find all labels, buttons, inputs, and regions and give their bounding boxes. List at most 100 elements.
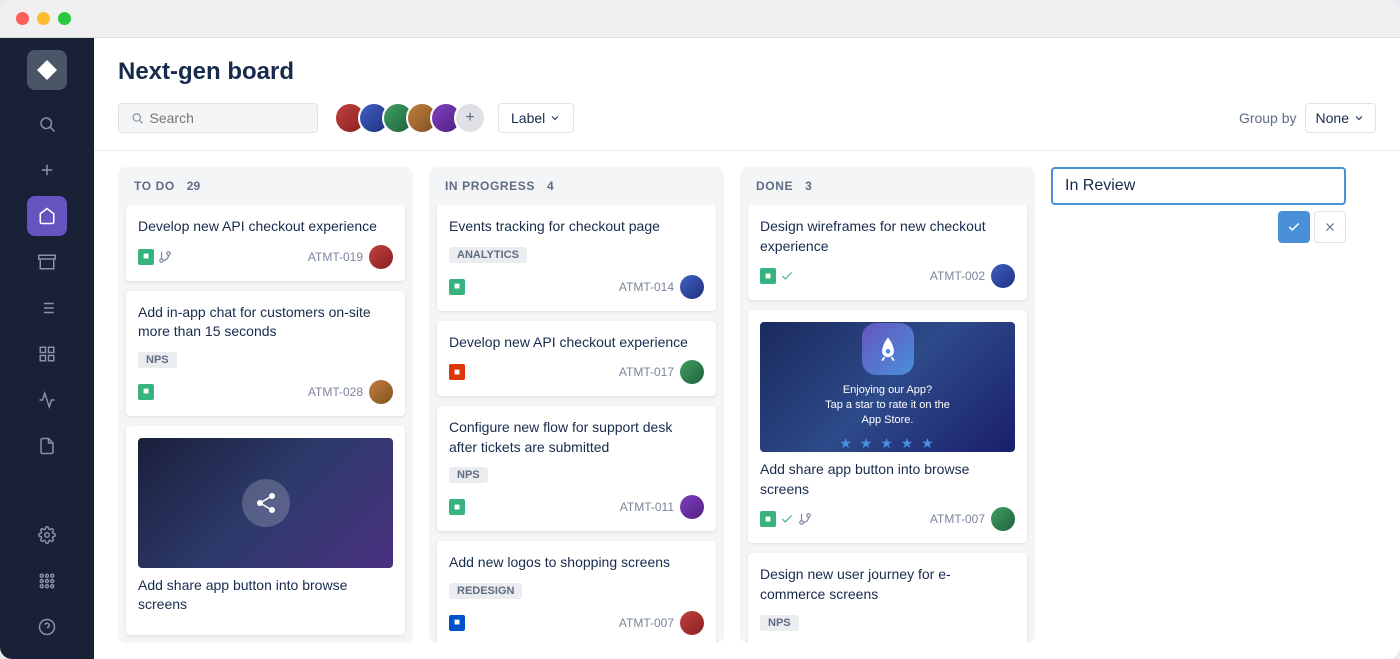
card-tag: ANALYTICS [449,247,527,263]
card-title: Design wireframes for new checkout exper… [760,217,1015,256]
branch-icon [158,250,172,264]
new-column-input-wrapper [1051,167,1346,205]
column-inprogress-count: 4 [547,179,554,193]
app-body: Next-gen board + Label [0,38,1400,659]
card-avatar [680,611,704,635]
search-box[interactable] [118,103,318,133]
column-inprogress: IN PROGRESS 4 Events tracking for checko… [429,167,724,643]
card-icons: ■ [760,511,812,527]
card-title: Add new logos to shopping screens [449,553,704,573]
sidebar-item-search[interactable] [27,104,67,144]
minimize-button[interactable] [37,12,50,25]
search-input[interactable] [150,110,305,126]
check-icon [780,512,794,526]
bug-icon: ■ [449,364,465,380]
card-id: ATMT-007 [619,616,674,630]
sidebar-item-chart[interactable] [27,380,67,420]
close-button[interactable] [16,12,29,25]
column-done-count: 3 [805,179,812,193]
maximize-button[interactable] [58,12,71,25]
card-avatar [680,495,704,519]
label-filter-text: Label [511,110,545,126]
card-icons: ■ [449,615,465,631]
card-footer: ■ ATMT-007 [449,611,704,635]
column-inprogress-header: IN PROGRESS 4 [429,167,724,205]
sidebar-item-export[interactable] [27,426,67,466]
card-image [138,438,393,568]
sidebar-item-project[interactable] [27,196,67,236]
app-logo[interactable] [27,50,67,90]
story-icon: ■ [138,249,154,265]
main-content: Next-gen board + Label [94,38,1400,659]
branch-icon [798,512,812,526]
column-todo-cards: Develop new API checkout experience ■ AT… [118,205,413,643]
card-title: Configure new flow for support desk afte… [449,418,704,457]
card-atmt-028[interactable]: Add in-app chat for customers on-site mo… [126,291,405,416]
column-todo: TO DO 29 Develop new API checkout experi… [118,167,413,643]
column-done-header: DONE 3 [740,167,1035,205]
kanban-board: TO DO 29 Develop new API checkout experi… [94,151,1400,659]
sidebar-item-list[interactable] [27,288,67,328]
column-todo-count: 29 [187,179,200,193]
sidebar-item-create[interactable] [27,150,67,190]
column-inprogress-title: IN PROGRESS [445,179,535,193]
sidebar-item-apps[interactable] [27,561,67,601]
card-avatar [991,264,1015,288]
card-atmt-017[interactable]: Develop new API checkout experience ■ AT… [437,321,716,397]
column-todo-title: TO DO [134,179,175,193]
card-footer: ■ ATMT-002 [760,264,1015,288]
cancel-column-button[interactable] [1314,211,1346,243]
add-avatar-button[interactable]: + [454,102,486,134]
task-icon: ■ [449,615,465,631]
card-meta: ATMT-014 [619,275,704,299]
avatar-group: + [334,102,486,134]
card-footer: ■ ATMT-028 [138,380,393,404]
group-by-value: None [1316,110,1349,126]
card-tag: NPS [138,352,177,368]
confirm-column-button[interactable] [1278,211,1310,243]
chevron-down-icon [549,112,561,124]
app-icon [862,323,914,375]
story-icon: ■ [760,511,776,527]
rocket-icon [874,335,902,363]
close-icon [1323,220,1337,234]
card-tag: NPS [449,467,488,483]
label-filter-button[interactable]: Label [498,103,574,133]
card-atmt-011[interactable]: Configure new flow for support desk afte… [437,406,716,531]
card-title: Add share app button into browse screens [760,460,1015,499]
card-id: ATMT-014 [619,280,674,294]
card-meta: ATMT-002 [930,264,1015,288]
toolbar: + Label Group by None [94,102,1400,151]
sidebar-item-grid[interactable] [27,334,67,374]
page-title: Next-gen board [118,58,1376,86]
chevron-down-icon [1353,112,1365,124]
card-avatar [680,360,704,384]
card-atmt-007-inprogress[interactable]: Add new logos to shopping screens REDESI… [437,541,716,643]
sidebar-item-settings[interactable] [27,515,67,555]
card-title: Design new user journey for e-commerce s… [760,565,1015,604]
card-meta: ATMT-011 [620,495,704,519]
card-footer: ■ ATMT-014 [449,275,704,299]
card-atmt-019[interactable]: Develop new API checkout experience ■ AT… [126,205,405,281]
card-icons: ■ [138,249,172,265]
card-atmt-007-done[interactable]: Enjoying our App?Tap a star to rate it o… [748,310,1027,543]
card-id: ATMT-017 [619,365,674,379]
card-title: Events tracking for checkout page [449,217,704,237]
sidebar-item-layers[interactable] [27,242,67,282]
card-share-browse[interactable]: Add share app button into browse screens [126,426,405,635]
new-column-input[interactable] [1065,177,1332,195]
card-meta: ATMT-028 [308,380,393,404]
story-icon: ■ [449,279,465,295]
column-todo-header: TO DO 29 [118,167,413,205]
card-tag: NPS [760,615,799,631]
group-by-select[interactable]: None [1305,103,1376,133]
card-atmt-002[interactable]: Design wireframes for new checkout exper… [748,205,1027,300]
card-id: ATMT-007 [930,512,985,526]
card-atmt-014[interactable]: Events tracking for checkout page ANALYT… [437,205,716,311]
card-footer: ■ ATMT-019 [138,245,393,269]
card-ecommerce[interactable]: Design new user journey for e-commerce s… [748,553,1027,643]
card-title: Add in-app chat for customers on-site mo… [138,303,393,342]
check-icon [780,269,794,283]
sidebar-item-help[interactable] [27,607,67,647]
sidebar [0,38,94,659]
